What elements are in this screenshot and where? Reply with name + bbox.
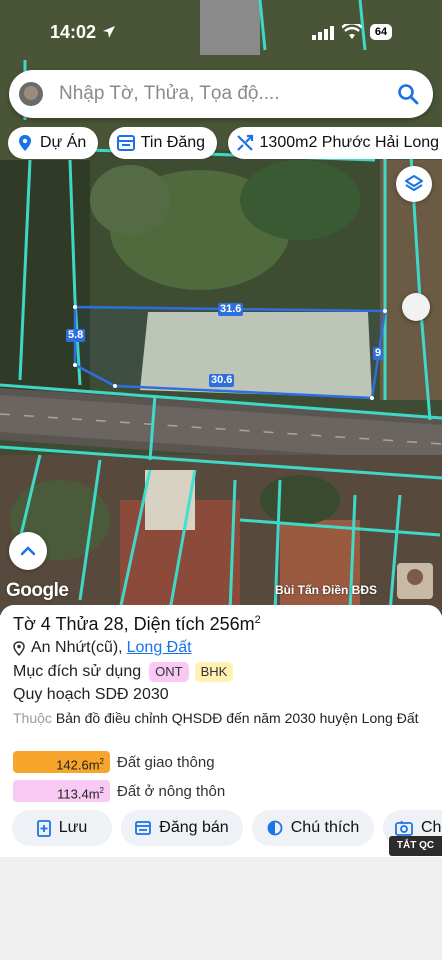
parcel-address: An Nhứt(cũ), Long Đất: [13, 639, 192, 657]
chip-du-an[interactable]: Dự Án: [8, 127, 99, 159]
area-label: Đất ở nông thôn: [117, 782, 226, 800]
area-label: Đất giao thông: [117, 753, 215, 771]
location-arrow-icon: [103, 26, 115, 38]
legend-label: Chú thích: [290, 819, 360, 836]
google-logo: Google: [6, 580, 69, 601]
listing-icon: [135, 821, 152, 835]
save-label: Lưu: [58, 819, 88, 836]
save-icon: [36, 819, 51, 837]
parcel-title: Tờ 4 Thửa 28, Diện tích 256m2: [13, 614, 261, 635]
chip-label: Tin Đăng: [140, 134, 206, 151]
user-avatar[interactable]: [19, 82, 43, 106]
search-input[interactable]: [59, 82, 389, 106]
dimension-left: 5.8: [66, 329, 86, 342]
badge-bhk: BHK: [194, 662, 234, 682]
address-text: An Nhứt(cũ),: [31, 639, 123, 656]
filter-chips: Dự Án Tin Đăng 1300m2 Phước Hải Long M: [8, 127, 442, 159]
save-button[interactable]: Lưu: [12, 810, 112, 846]
dimension-bottom: 30.6: [209, 374, 235, 387]
watermark-avatar: [397, 563, 433, 599]
layers-icon: [405, 175, 423, 191]
shuffle-icon: [236, 134, 253, 151]
area-sup: 2: [99, 757, 104, 766]
post-for-sale-label: Đăng bán: [159, 819, 229, 836]
map-pin-icon: [19, 135, 31, 151]
area-value-box: 113.4m2: [13, 780, 110, 802]
battery-level: 64: [370, 24, 392, 40]
parcel-title-text: Tờ 4 Thửa 28, Diện tích 256m: [13, 614, 255, 634]
layers-button[interactable]: [396, 166, 432, 202]
app-root: 31.6 5.8 30.6 9 14:02 64 Nhập Tờ, Thửa, …: [0, 0, 442, 960]
parcel-title-sup: 2: [254, 614, 261, 626]
land-purpose-row: Mục đích sử dụng ONT BHK: [13, 661, 234, 683]
area-sup: 2: [99, 786, 104, 795]
area-row-residential: 113.4m2 Đất ở nông thôn: [13, 780, 225, 802]
chip-tin-dang[interactable]: Tin Đăng: [108, 127, 218, 159]
expand-up-button[interactable]: [9, 532, 47, 570]
wifi-icon: [342, 24, 362, 39]
status-time: 14:02: [50, 22, 97, 42]
plan-heading: Quy hoạch SDĐ 2030: [13, 686, 169, 703]
area-value: 113.4m: [57, 786, 100, 802]
chevron-up-icon: [20, 546, 36, 556]
camera-label: Ch: [421, 819, 442, 836]
search-icon[interactable]: [397, 83, 419, 105]
parcel-info-sheet: Tờ 4 Thửa 28, Diện tích 256m2 An Nhứt(cũ…: [0, 605, 442, 857]
chip-listing-1300m2[interactable]: 1300m2 Phước Hải Long M: [227, 127, 442, 159]
status-bar: 14:02 64: [0, 0, 442, 62]
area-value-box: 142.6m2: [13, 751, 110, 773]
dimension-top: 31.6: [218, 303, 244, 316]
belongs-text: Bản đồ điều chỉnh QHSDĐ đến năm 2030 huy…: [55, 710, 419, 726]
location-pin-icon: [13, 640, 25, 656]
purpose-label: Mục đích sử dụng: [13, 663, 142, 680]
legend-button[interactable]: Chú thích: [252, 810, 374, 846]
badge-ont: ONT: [149, 662, 189, 682]
area-row-traffic: 142.6m2 Đất giao thông: [13, 751, 215, 773]
address-link[interactable]: Long Đất: [127, 639, 192, 657]
dimension-right: 9: [373, 347, 384, 360]
satellite-map[interactable]: 31.6 5.8 30.6 9 14:02 64 Nhập Tờ, Thửa, …: [0, 0, 442, 615]
camera-icon: [395, 820, 413, 836]
legend-icon: [267, 820, 283, 836]
belongs-prefix: Thuộc: [13, 710, 52, 726]
plan-source: Thuộc Bản đồ điều chỉnh QHSDĐ đến năm 20…: [13, 709, 433, 728]
area-value: 142.6m: [56, 757, 100, 773]
chip-label: 1300m2 Phước Hải Long M: [259, 134, 442, 151]
blank-area: [0, 857, 442, 960]
cellular-signal-icon: [312, 26, 334, 40]
search-bar[interactable]: [9, 70, 433, 118]
disable-ads-button[interactable]: TẮT QC: [389, 836, 442, 856]
drag-handle[interactable]: [402, 293, 430, 321]
action-bar: Lưu Đăng bán Chú thích Ch: [0, 810, 442, 848]
chip-label: Dự Án: [40, 134, 87, 151]
post-for-sale-button[interactable]: Đăng bán: [121, 810, 243, 846]
listing-icon: [116, 135, 135, 151]
watermark-text: Bùi Tấn Điền BĐS: [275, 583, 378, 597]
